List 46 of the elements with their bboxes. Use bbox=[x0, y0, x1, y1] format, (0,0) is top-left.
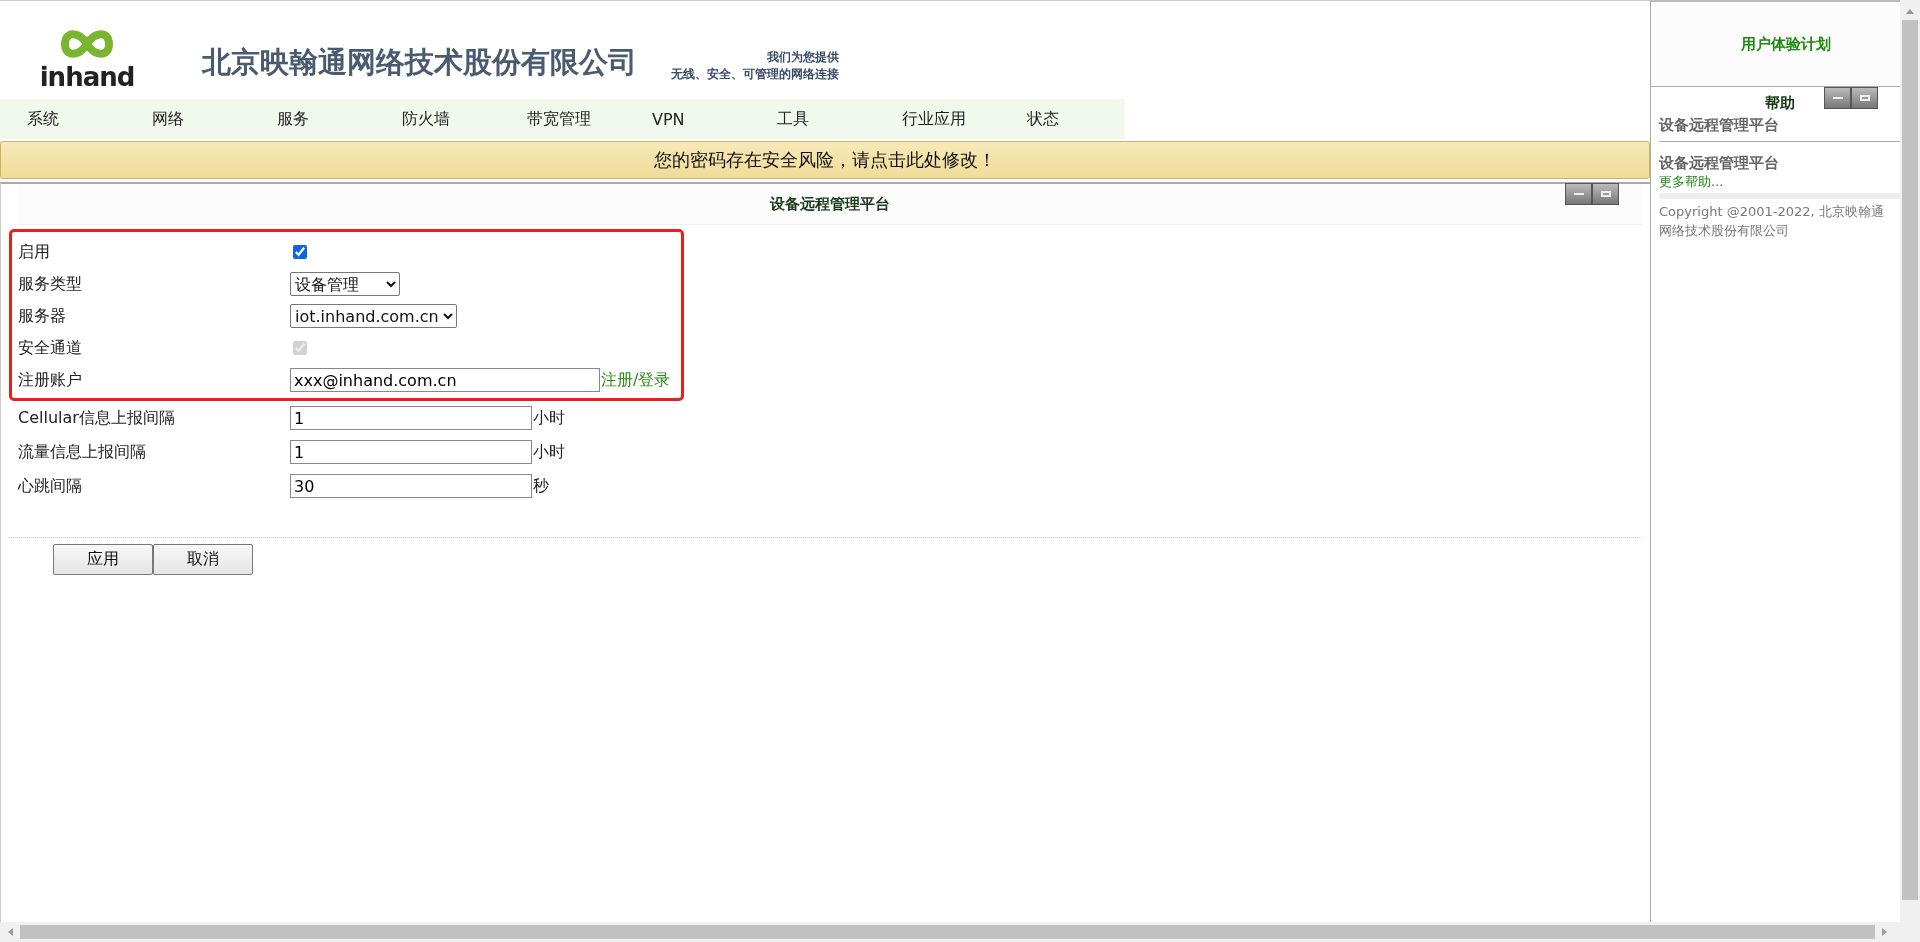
checkbox[interactable] bbox=[293, 245, 307, 259]
text-input-field[interactable]: xxx@inhand.com.cn bbox=[290, 368, 600, 392]
company-name: 北京映翰通网络技术股份有限公司 bbox=[202, 44, 637, 81]
slogan-line: 我们为您提供 bbox=[767, 49, 839, 66]
unit-label: 小时 bbox=[533, 407, 565, 429]
unit-label: 小时 bbox=[533, 441, 565, 463]
slogan-line: 无线、安全、可管理的网络连接 bbox=[671, 66, 839, 83]
field-label: 心跳间隔 bbox=[18, 475, 83, 497]
nav-menu-item[interactable]: 防火墙 bbox=[375, 108, 500, 130]
nav-menu-item[interactable]: 服务 bbox=[250, 108, 375, 130]
dropdown-select[interactable]: 设备管理 bbox=[290, 272, 400, 296]
field-label: Cellular信息上报间隔 bbox=[18, 407, 176, 429]
nav-menu-item[interactable]: VPN bbox=[625, 109, 750, 129]
help-topic: 设备远程管理平台 bbox=[1659, 115, 1780, 136]
apply-button[interactable]: 应用 bbox=[53, 544, 153, 575]
experience-program-link[interactable]: 用户体验计划 bbox=[1720, 34, 1831, 54]
register-login-link[interactable]: 注册/登录 bbox=[601, 369, 671, 391]
panel-title: 设备远程管理平台 bbox=[770, 194, 890, 214]
password-warning-link[interactable]: 您的密码存在安全风险，请点击此处修改！ bbox=[654, 148, 996, 172]
maximize-button[interactable] bbox=[1851, 87, 1878, 109]
unit-label: 秒 bbox=[533, 475, 549, 497]
vertical-scrollbar-thumb[interactable] bbox=[1902, 20, 1918, 900]
nav-menu-item[interactable]: 工具 bbox=[750, 108, 875, 130]
text-input-field[interactable]: 1 bbox=[290, 440, 532, 464]
horizontal-scrollbar-thumb[interactable] bbox=[20, 925, 1875, 939]
company-logo: inhand bbox=[40, 25, 134, 91]
dropdown-select[interactable]: iot.inhand.com.cn bbox=[290, 304, 457, 328]
cancel-button[interactable]: 取消 bbox=[153, 544, 253, 575]
copyright-text: Copyright @2001-2022, 北京映翰通网络技术股份有限公司 bbox=[1659, 203, 1885, 240]
nav-menu-item[interactable]: 系统 bbox=[0, 108, 125, 130]
minimize-button[interactable] bbox=[1565, 183, 1592, 205]
help-title: 帮助 bbox=[1764, 94, 1795, 113]
nav-menu-item[interactable]: 状态 bbox=[1000, 108, 1125, 130]
minimize-button[interactable] bbox=[1824, 87, 1851, 109]
nav-menu-item[interactable]: 行业应用 bbox=[875, 108, 1000, 130]
maximize-button[interactable] bbox=[1592, 183, 1619, 205]
field-label: 流量信息上报间隔 bbox=[18, 441, 147, 463]
text-input-field[interactable]: 30 bbox=[290, 474, 532, 498]
nav-menu-item[interactable]: 带宽管理 bbox=[500, 108, 625, 130]
text-input-field[interactable]: 1 bbox=[290, 406, 532, 430]
field-label: 服务类型 bbox=[18, 273, 83, 295]
nav-menu-item[interactable]: 网络 bbox=[125, 108, 250, 130]
field-label: 服务器 bbox=[18, 305, 67, 327]
field-label: 安全通道 bbox=[18, 337, 83, 359]
field-label: 注册账户 bbox=[18, 369, 83, 391]
field-label: 启用 bbox=[18, 241, 51, 263]
